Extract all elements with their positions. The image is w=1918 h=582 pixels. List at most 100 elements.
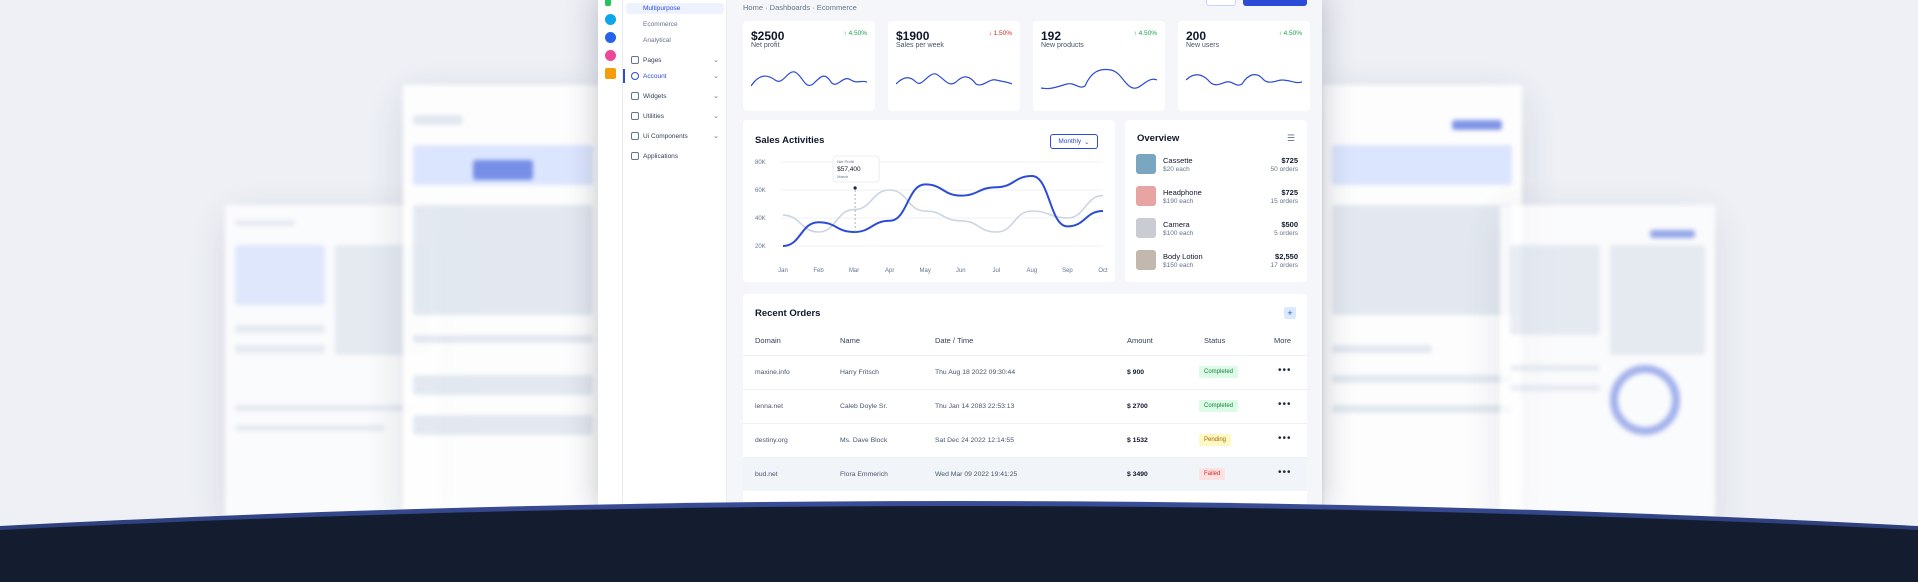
stat-change-value: 1.50% xyxy=(993,30,1012,37)
components-icon xyxy=(631,132,639,140)
order-amount: $ 3490 xyxy=(1127,471,1148,478)
pages-icon xyxy=(631,56,639,64)
chat-icon[interactable] xyxy=(605,32,616,43)
overview-item[interactable]: Cassette $20 each $725 50 orders xyxy=(1136,154,1298,178)
stat-label: Net profit xyxy=(751,42,780,49)
background-preview-right-far xyxy=(1500,205,1715,525)
add-button[interactable] xyxy=(1243,0,1307,6)
sidebar-item-applications[interactable]: Applications xyxy=(631,150,719,162)
x-tick-label: May xyxy=(920,268,931,274)
product-unit-price: $20 each xyxy=(1163,166,1190,173)
order-amount: $ 900 xyxy=(1127,369,1145,376)
x-tick-label: Aug xyxy=(1027,268,1038,274)
sidebar-item-ui-components[interactable]: Ui Components ⌄ xyxy=(631,130,719,142)
arrow-up-icon: ↑ xyxy=(843,30,847,37)
add-order-button[interactable]: + xyxy=(1284,307,1296,319)
order-name: Flora Emmerich xyxy=(840,471,888,478)
sidebar-item-label: Pages xyxy=(643,56,662,64)
stat-card-net-profit: $2500 Net profit ↑ 4.50% xyxy=(743,21,875,111)
sidebar-item-label: Applications xyxy=(643,152,679,160)
sidebar-item-account[interactable]: Account ⌄ xyxy=(631,70,719,82)
tooltip-month: March xyxy=(837,174,848,179)
tooltip-value: $57,400 xyxy=(837,166,861,173)
overview-item[interactable]: Headphone $190 each $725 15 orders xyxy=(1136,186,1298,210)
sales-activities-card: Sales Activities Monthly ⌄ 80K 60K 40K 20K Ja… xyxy=(743,120,1115,282)
column-header[interactable]: Status xyxy=(1204,336,1225,345)
sidebar-subitem-ecommerce[interactable]: Ecommerce xyxy=(643,21,678,28)
overview-item[interactable]: Body Lotion $150 each $2,550 17 orders xyxy=(1136,250,1298,274)
stat-card-new-users: 200 New users ↑ 4.50% xyxy=(1178,21,1310,111)
overview-item[interactable]: Camera $100 each $500 5 orders xyxy=(1136,218,1298,242)
breadcrumb: Home · Dashboards · Ecommerce xyxy=(743,3,857,12)
chevron-down-icon: ⌄ xyxy=(713,93,719,100)
y-tick-label: 60K xyxy=(755,188,766,194)
order-domain: bud.net xyxy=(755,471,778,478)
background-preview-left xyxy=(403,85,603,525)
column-header[interactable]: Name xyxy=(840,336,860,345)
stat-change-value: 4.50% xyxy=(1138,30,1157,37)
more-icon[interactable]: ••• xyxy=(1278,365,1292,376)
column-header[interactable]: Date / Time xyxy=(935,336,973,345)
product-unit-price: $190 each xyxy=(1163,198,1194,205)
recent-orders-card: Recent Orders + Domain Name Date / Time … xyxy=(743,294,1307,509)
camera-thumbnail xyxy=(1136,218,1156,238)
product-total: $725 xyxy=(1281,188,1298,197)
stat-change: ↑ 4.50% xyxy=(844,30,868,37)
arrow-down-icon: ↓ xyxy=(988,30,992,37)
more-icon[interactable]: ••• xyxy=(1278,433,1292,444)
status-badge: Completed xyxy=(1199,400,1239,412)
product-name: Cassette xyxy=(1163,156,1193,165)
y-tick-label: 40K xyxy=(755,216,766,222)
x-tick-label: Oct xyxy=(1098,268,1108,274)
tooltip-point xyxy=(853,186,857,190)
status-badge: Failed xyxy=(1199,468,1226,480)
more-icon[interactable]: ••• xyxy=(1278,399,1292,410)
body-lotion-thumbnail xyxy=(1136,250,1156,270)
order-domain: maxine.info xyxy=(755,369,790,376)
order-date: Thu Aug 18 2022 09:30:44 xyxy=(935,369,1016,376)
plane-icon[interactable] xyxy=(605,68,616,79)
overview-title: Overview xyxy=(1137,133,1180,144)
product-name: Headphone xyxy=(1163,188,1202,197)
product-orders: 15 orders xyxy=(1270,198,1298,205)
sidebar-item-pages[interactable]: Pages ⌄ xyxy=(631,54,719,66)
table-row[interactable]: destiny.org Ms. Dave Block Sat Dec 24 20… xyxy=(743,423,1307,457)
more-icon[interactable]: ••• xyxy=(1278,467,1292,478)
menu-icon[interactable]: ☰ xyxy=(1287,133,1295,144)
comparison-line xyxy=(782,189,1104,233)
sidebar-subitem-multipurpose[interactable]: Multipurpose xyxy=(643,5,680,12)
sidebar-item-utilities[interactable]: Utilities ⌄ xyxy=(631,110,719,122)
product-total: $725 xyxy=(1281,156,1298,165)
headphone-thumbnail xyxy=(1136,186,1156,206)
x-tick-label: Feb xyxy=(813,268,824,274)
stat-change-value: 4.50% xyxy=(848,30,867,37)
column-header[interactable]: More xyxy=(1274,336,1291,345)
filter-button[interactable] xyxy=(1206,0,1236,6)
y-tick-label: 20K xyxy=(755,244,766,250)
status-badge: Completed xyxy=(1199,366,1239,378)
stat-change-value: 4.50% xyxy=(1283,30,1302,37)
sidebar-item-widgets[interactable]: Widgets ⌄ xyxy=(631,90,719,102)
sidebar-subitem-analytical[interactable]: Analytical xyxy=(643,37,671,44)
chevron-down-icon: ⌄ xyxy=(713,113,719,120)
order-domain: lenna.net xyxy=(755,403,783,410)
table-row[interactable]: lenna.net Caleb Doyle Sr. Thu Jan 14 208… xyxy=(743,389,1307,423)
stat-card-new-products: 192 New products ↑ 4.50% xyxy=(1033,21,1165,111)
chevron-down-icon: ⌄ xyxy=(713,57,719,64)
table-row[interactable]: maxine.info Harry Fritsch Thu Aug 18 202… xyxy=(743,355,1307,389)
stat-change: ↑ 4.50% xyxy=(1279,30,1303,37)
stat-value: $1900 xyxy=(896,29,930,43)
stage-background xyxy=(0,501,1918,582)
compass-icon[interactable] xyxy=(605,14,616,25)
arrow-up-icon: ↑ xyxy=(1278,30,1282,37)
column-header[interactable]: Amount xyxy=(1127,336,1153,345)
column-header[interactable]: Domain xyxy=(755,336,781,345)
x-tick-label: Sep xyxy=(1062,268,1073,274)
table-row[interactable]: bud.net Flora Emmerich Wed Mar 09 2022 1… xyxy=(743,457,1307,491)
dribbble-icon[interactable] xyxy=(605,50,616,61)
y-tick-label: 80K xyxy=(755,160,766,166)
stat-value: $2500 xyxy=(751,29,785,43)
order-name: Harry Fritsch xyxy=(840,369,879,376)
sparkline xyxy=(1041,68,1157,90)
apps-icon xyxy=(631,152,639,160)
